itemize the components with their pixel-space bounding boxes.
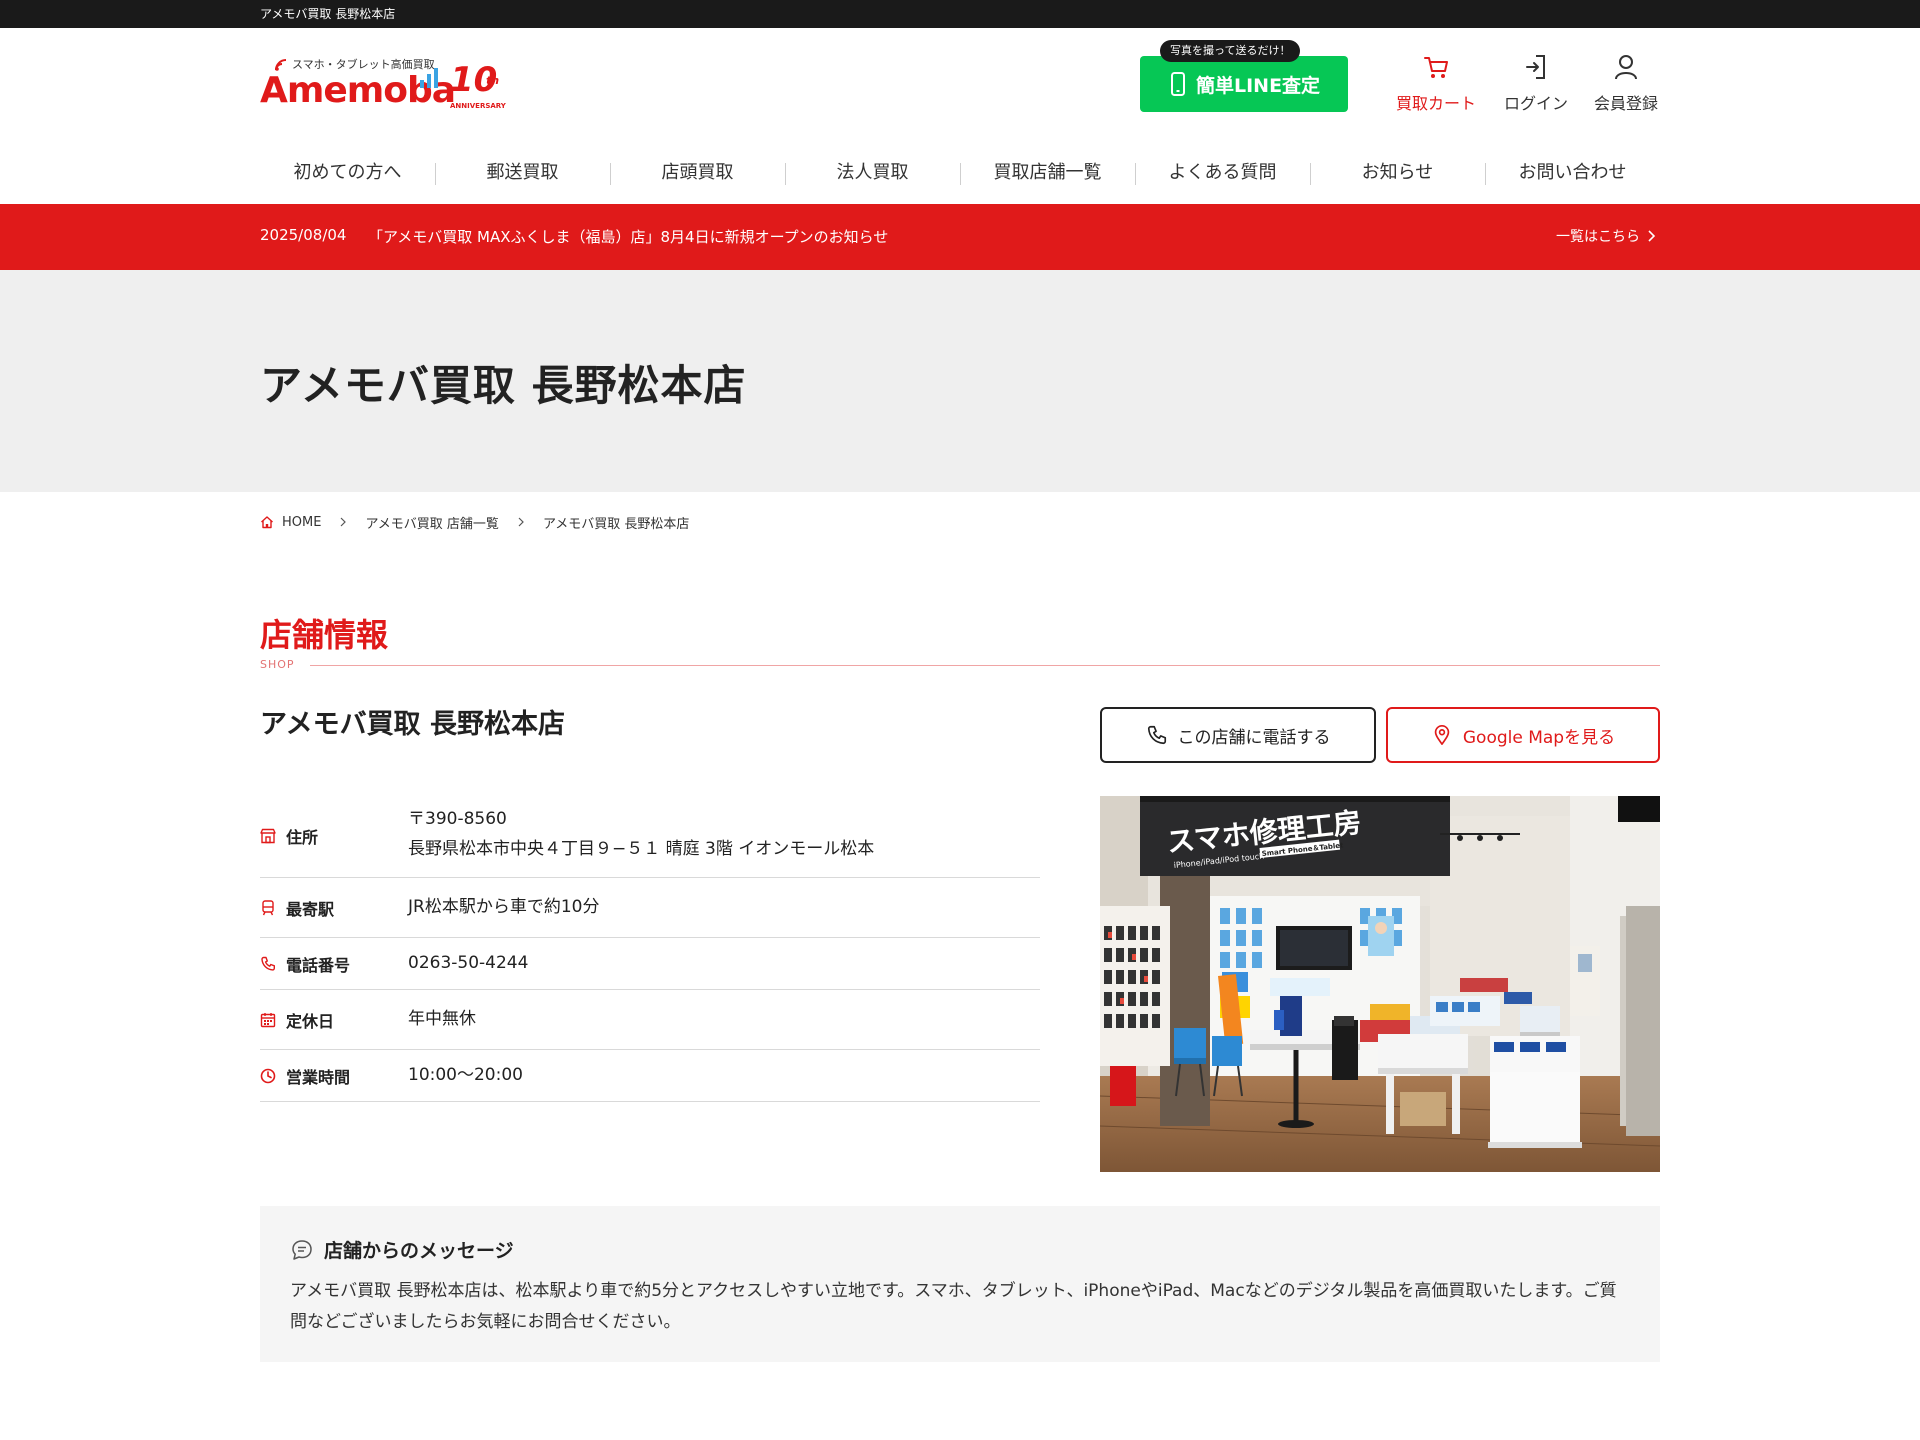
hours-label: 営業時間 — [286, 1067, 351, 1087]
nav-item-store-list[interactable]: 買取店舗一覧 — [960, 148, 1135, 198]
store-message-box: 店舗からのメッセージ アメモバ買取 長野松本店は、松本駅より車で約5分とアクセス… — [260, 1206, 1660, 1362]
nav-item-news[interactable]: お知らせ — [1310, 148, 1485, 198]
login-label: ログイン — [1503, 94, 1568, 113]
message-title-text: 店舗からのメッセージ — [324, 1240, 514, 1262]
smartphone-icon — [1171, 72, 1185, 96]
section-divider — [310, 665, 1660, 666]
line-assessment-button[interactable]: 写真を撮って送るだけ！ 簡単LINE査定 — [1140, 40, 1348, 112]
hours-value: 10:00〜20:00 — [408, 1065, 523, 1085]
station-label: 最寄駅 — [286, 899, 335, 919]
section-header: 店舗情報 SHOP — [260, 610, 1660, 674]
info-row-station: 最寄駅 JR松本駅から車で約10分 — [260, 878, 1040, 938]
store-icon — [260, 828, 276, 843]
clock-icon — [260, 1068, 276, 1083]
nav-item-corporate-buyback[interactable]: 法人買取 — [785, 148, 960, 198]
nav-item-contact[interactable]: お問い合わせ — [1485, 148, 1660, 198]
page-hero: アメモバ買取 長野松本店 — [0, 270, 1920, 492]
section-subtitle: SHOP — [260, 658, 295, 671]
train-icon — [262, 899, 274, 915]
cart-label: 買取カート — [1395, 94, 1476, 113]
nav-item-faq[interactable]: よくある質問 — [1135, 148, 1310, 198]
section-title: 店舗情報 — [260, 616, 389, 654]
shop-info-table: 住所 〒390-8560 長野県松本市中央４丁目９−５１ 晴庭 3階 イオンモー… — [260, 794, 1040, 1102]
call-store-button[interactable]: この店舗に電話する — [1100, 707, 1376, 763]
message-body: アメモバ買取 長野松本店は、松本駅より車で約5分とアクセスしやすい立地です。スマ… — [290, 1281, 1617, 1332]
breadcrumb-store-list[interactable]: アメモバ買取 店舗一覧 — [365, 513, 498, 532]
breadcrumb: HOME アメモバ買取 店舗一覧 アメモバ買取 長野松本店 — [260, 512, 689, 532]
news-list-link[interactable]: 一覧はこちら — [1556, 226, 1656, 246]
anniversary-label: ANNIVERSARY — [450, 102, 506, 110]
postal-code: 〒390-8560 — [408, 809, 507, 829]
home-icon — [261, 516, 273, 529]
chevron-right-icon — [518, 517, 524, 527]
call-button-label: この店舗に電話する — [1177, 727, 1331, 748]
address-label: 住所 — [286, 827, 319, 847]
breadcrumb-current: アメモバ買取 長野松本店 — [542, 516, 690, 532]
shop-photo-illustration: スマホ修理工房 iPhone/iPad/iPod touch Smart Pho… — [1100, 796, 1660, 1172]
calendar-icon — [260, 1012, 276, 1027]
phone-icon — [261, 956, 275, 971]
chevron-right-icon — [341, 517, 347, 527]
station-value: JR松本駅から車で約10分 — [408, 897, 600, 917]
nav-item-store-buyback[interactable]: 店頭買取 — [610, 148, 785, 198]
closed-value: 年中無休 — [408, 1009, 476, 1029]
nav-item-mail-buyback[interactable]: 郵送買取 — [435, 148, 610, 198]
bars-icon — [420, 68, 438, 88]
line-button-label: 簡単LINE査定 — [1196, 75, 1321, 97]
map-pin-icon — [1434, 725, 1450, 745]
top-bar-text: アメモバ買取 長野松本店 — [260, 7, 396, 21]
anniversary-suffix: th — [486, 74, 500, 87]
phone-value: 0263-50-4244 — [408, 953, 529, 973]
address-value: 長野県松本市中央４丁目９−５１ 晴庭 3階 イオンモール松本 — [408, 839, 875, 859]
news-date: 2025/08/04 — [260, 226, 347, 244]
cart-link[interactable]: 買取カート — [1388, 52, 1484, 113]
register-link[interactable]: 会員登録 — [1586, 52, 1666, 113]
info-label-station: 最寄駅 — [260, 896, 334, 920]
info-label-hours: 営業時間 — [260, 1064, 350, 1088]
login-link[interactable]: ログイン — [1496, 52, 1576, 113]
breadcrumb-home[interactable]: HOME — [282, 515, 321, 530]
closed-label: 定休日 — [286, 1011, 335, 1031]
message-title: 店舗からのメッセージ — [290, 1236, 514, 1263]
info-label-closed: 定休日 — [260, 1008, 334, 1032]
phone-icon — [1147, 725, 1166, 745]
info-label-phone: 電話番号 — [260, 952, 350, 976]
line-badge: 写真を撮って送るだけ！ — [1160, 40, 1301, 62]
login-icon — [1526, 55, 1545, 79]
shop-name: アメモバ買取 長野松本店 — [260, 709, 566, 740]
news-bar: 2025/08/04 「アメモバ買取 MAXふくしま（福島）店」8月4日に新規オ… — [0, 204, 1920, 270]
info-row-hours: 営業時間 10:00〜20:00 — [260, 1050, 1040, 1102]
chevron-right-icon — [1648, 230, 1656, 242]
news-list-label: 一覧はこちら — [1556, 229, 1640, 245]
nav-item-first-time[interactable]: 初めての方へ — [260, 148, 435, 198]
chat-bubble-icon — [292, 1239, 312, 1260]
info-label-address: 住所 — [260, 824, 318, 848]
info-row-closed: 定休日 年中無休 — [260, 990, 1040, 1050]
info-row-phone: 電話番号 0263-50-4244 — [260, 938, 1040, 990]
user-icon — [1615, 55, 1637, 80]
top-bar: アメモバ買取 長野松本店 — [0, 0, 1920, 28]
global-nav: 初めての方へ 郵送買取 店頭買取 法人買取 買取店舗一覧 よくある質問 お知らせ… — [260, 148, 1660, 198]
info-row-address: 住所 〒390-8560 長野県松本市中央４丁目９−５１ 晴庭 3階 イオンモー… — [260, 794, 1040, 878]
anniversary-mark: 10 th ANNIVERSARY — [450, 60, 510, 110]
google-map-button[interactable]: Google Mapを見る — [1386, 707, 1660, 763]
phone-label: 電話番号 — [286, 955, 351, 975]
map-button-label: Google Mapを見る — [1462, 727, 1616, 748]
register-label: 会員登録 — [1593, 94, 1658, 113]
shop-photo: スマホ修理工房 iPhone/iPad/iPod touch Smart Pho… — [1100, 796, 1660, 1172]
site-logo[interactable]: スマホ・タブレット高価買取 Amemoba 10 th ANNIVERSARY — [260, 56, 520, 116]
cart-icon — [1424, 57, 1448, 78]
news-title-link[interactable]: 「アメモバ買取 MAXふくしま（福島）店」8月4日に新規オープンのお知らせ — [368, 226, 888, 247]
site-header: スマホ・タブレット高価買取 Amemoba 10 th ANNIVERSARY … — [0, 28, 1920, 204]
page-title: アメモバ買取 長野松本店 — [260, 361, 747, 410]
